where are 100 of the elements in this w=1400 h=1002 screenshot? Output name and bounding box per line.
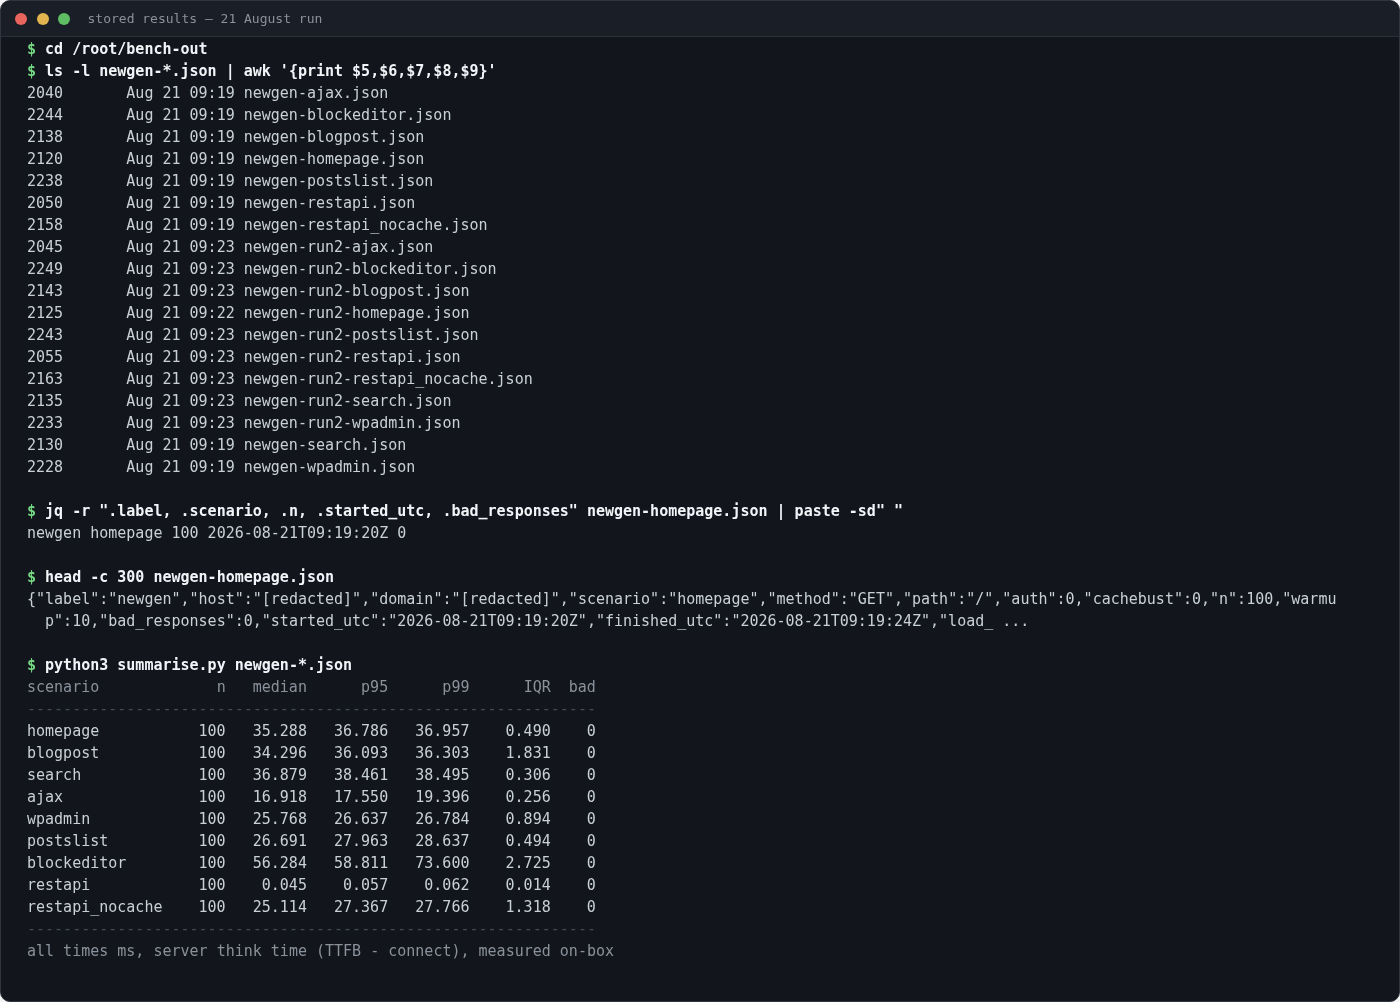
table-cell-text: blockeditor [27,853,127,874]
file-size: 2243 [27,325,64,346]
file-name: newgen-run2-homepage.json [243,303,470,324]
file-size: 2163 [27,369,64,390]
table-cell-text: 27.367 [334,897,389,918]
command-text: jq -r ".label, .scenario, .n, .started_utc, .bad_responses" newgen-homepage.json | paste -sd" " [45,501,903,522]
file-date: Aug 21 09:23 [126,391,235,412]
table-cell-text: 100 [198,809,226,830]
table-cell-text: 0.045 [261,875,307,896]
file-size: 2249 [27,259,64,280]
file-name: newgen-search.json [243,435,407,456]
file-name: newgen-wpadmin.json [243,457,416,478]
table-cell-text: 0.306 [505,765,551,786]
output-line: {"label":"newgen","host":"[redacted]","domain":"[redacted]","scenario":"homepage","method":"GET","path":"/","auth":0,"cachebust":0,"n":100,"warmu [27,589,1337,610]
file-name: newgen-restapi_nocache.json [243,215,488,236]
table-cell-text: 1.831 [505,743,551,764]
table-cell-text: 36.957 [415,721,470,742]
table-cell-text: postslist [27,831,109,852]
table-cell-text: 26.637 [334,809,389,830]
table-cell-text: 0.494 [505,831,551,852]
file-size: 2135 [27,391,64,412]
table-cell-text: 0.014 [505,875,551,896]
command-text: cd /root/bench-out [45,39,208,60]
footnote-text: all times ms, server think time (TTFB - connect), measured on-box [27,941,614,962]
file-date: Aug 21 09:23 [126,413,235,434]
table-cell-text: 36.786 [334,721,389,742]
file-size: 2158 [27,215,64,236]
table-cell-text: 0 [586,831,596,852]
file-name: newgen-blogpost.json [243,127,425,148]
table-cell-text: blogpost [27,743,100,764]
column-header: p95 [361,677,389,698]
file-date: Aug 21 09:23 [126,325,235,346]
table-cell-text: ajax [27,787,64,808]
table-cell-text: 16.918 [252,787,307,808]
file-name: newgen-run2-blockeditor.json [243,259,497,280]
file-date: Aug 21 09:19 [126,435,235,456]
column-header: n [216,677,226,698]
table-cell-text: 17.550 [334,787,389,808]
file-name: newgen-run2-restapi.json [243,347,461,368]
file-date: Aug 21 09:23 [126,281,235,302]
table-cell-text: 38.495 [415,765,470,786]
file-date: Aug 21 09:23 [126,259,235,280]
table-cell-text: 0 [586,765,596,786]
file-name: newgen-restapi.json [243,193,416,214]
prompt-symbol: $ [27,501,37,522]
table-cell-text: 100 [198,831,226,852]
table-cell-text: 100 [198,721,226,742]
table-cell-text: 27.766 [415,897,470,918]
table-cell-text: 0.062 [424,875,470,896]
table-cell-text: 100 [198,897,226,918]
file-size: 2120 [27,149,64,170]
table-cell-text: 73.600 [415,853,470,874]
file-size: 2138 [27,127,64,148]
window-title: stored results — 21 August run [87,11,323,26]
output-line: newgen homepage 100 2026-08-21T09:19:20Z 0 [27,523,407,544]
table-cell-text: 27.963 [334,831,389,852]
table-cell-text: 26.784 [415,809,470,830]
file-size: 2055 [27,347,64,368]
prompt-symbol: $ [27,655,37,676]
table-cell-text: restapi_nocache [27,897,163,918]
window-maximize-button[interactable] [58,12,70,25]
window-minimize-button[interactable] [36,12,49,25]
file-date: Aug 21 09:19 [126,83,235,104]
file-name: newgen-homepage.json [243,149,425,170]
table-cell-text: 36.093 [334,743,389,764]
table-cell-text: 0 [586,853,596,874]
table-cell-text: 0 [586,721,596,742]
file-size: 2143 [27,281,64,302]
prompt-symbol: $ [27,39,37,60]
window-close-button[interactable] [15,12,27,25]
file-name: newgen-run2-blogpost.json [243,281,470,302]
prompt-symbol: $ [27,61,37,82]
table-cell-text: 0 [586,809,596,830]
file-size: 2233 [27,413,64,434]
dashed-separator: --------------------------------------------------------------- [27,919,596,940]
file-size: 2244 [27,105,64,126]
table-cell-text: 0.057 [343,875,389,896]
output-line: p":10,"bad_responses":0,"started_utc":"2026-08-21T09:19:20Z","finished_utc":"2026-08-21T09:19:24Z","load_ ... [45,611,1030,632]
table-cell-text: 1.318 [505,897,551,918]
file-name: newgen-ajax.json [243,83,389,104]
table-cell-text: 0 [586,743,596,764]
file-date: Aug 21 09:22 [126,303,235,324]
table-cell-text: search [27,765,82,786]
table-cell-text: 26.691 [252,831,307,852]
command-text: python3 summarise.py newgen-*.json [45,655,353,676]
table-cell-text: wpadmin [27,809,91,830]
command-text: head -c 300 newgen-homepage.json [45,567,335,588]
column-header: scenario [27,677,100,698]
column-header: IQR [523,677,551,698]
command-text: ls -l newgen-*.json | awk '{print $5,$6,$7,$8,$9}' [45,61,497,82]
table-cell-text: 25.768 [252,809,307,830]
table-cell-text: 100 [198,743,226,764]
file-name: newgen-blockeditor.json [243,105,452,126]
table-cell-text: 36.879 [252,765,307,786]
file-name: newgen-run2-ajax.json [243,237,434,258]
file-date: Aug 21 09:19 [126,171,235,192]
table-cell-text: 19.396 [415,787,470,808]
file-size: 2040 [27,83,64,104]
file-date: Aug 21 09:19 [126,193,235,214]
table-cell-text: 56.284 [252,853,307,874]
